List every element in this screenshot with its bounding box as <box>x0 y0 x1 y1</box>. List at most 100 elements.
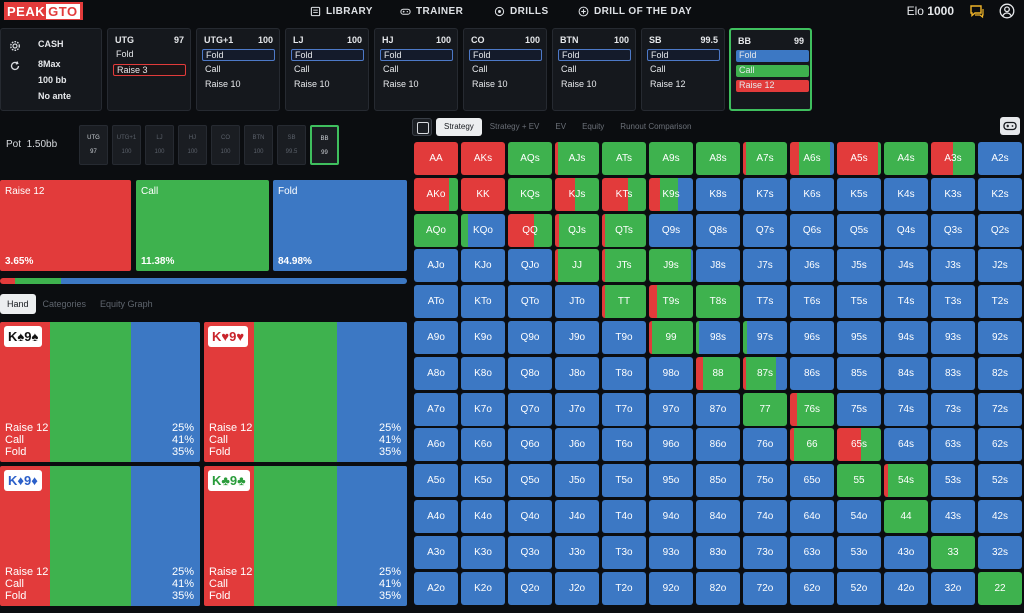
hand-cell[interactable]: 76s <box>790 392 834 426</box>
hand-cell[interactable]: A6s <box>790 142 834 175</box>
hand-cell[interactable]: T6s <box>790 285 834 319</box>
hand-cell[interactable]: K2o <box>461 571 505 605</box>
tab-equity[interactable]: Equity <box>574 118 612 136</box>
hand-cell[interactable]: K4s <box>884 177 928 211</box>
seat-action-option[interactable]: Fold <box>558 49 631 61</box>
hand-cell[interactable]: J7s <box>743 249 787 283</box>
hand-cell[interactable]: Q6s <box>790 213 834 247</box>
hand-cell[interactable]: 85o <box>696 464 740 498</box>
hand-combo-card[interactable]: K♠9♠ Raise 12 25% Call 41% Fold 35% <box>0 322 200 462</box>
seat-utg[interactable]: UTG 97 Fold Raise 3 <box>107 28 191 111</box>
logo[interactable]: PEAK GTO <box>4 2 83 20</box>
hand-cell[interactable]: J9o <box>555 321 599 354</box>
hand-cell[interactable]: 75o <box>743 464 787 498</box>
hand-cell[interactable]: A6o <box>414 428 458 462</box>
hand-cell[interactable]: T9o <box>602 321 646 354</box>
hand-cell[interactable]: AA <box>414 142 458 175</box>
hand-cell[interactable]: 42o <box>884 571 928 605</box>
hand-cell[interactable]: KQo <box>461 213 505 247</box>
seat-action-option[interactable]: Raise 3 <box>113 64 186 76</box>
hand-cell[interactable]: 84o <box>696 500 740 533</box>
hand-cell[interactable]: T7s <box>743 285 787 319</box>
hand-cell[interactable]: KJo <box>461 249 505 283</box>
hand-cell[interactable]: Q6o <box>508 428 552 462</box>
refresh-icon[interactable] <box>9 60 21 72</box>
seat-action-option[interactable]: Fold <box>202 49 275 61</box>
hand-cell[interactable]: 94s <box>884 321 928 354</box>
hand-cell[interactable]: Q8o <box>508 356 552 390</box>
seat-action-option[interactable]: Call <box>736 65 809 77</box>
hand-cell[interactable]: 33 <box>931 535 975 569</box>
history-step[interactable]: HJ 100 <box>178 125 207 165</box>
hand-cell[interactable]: K5s <box>837 177 881 211</box>
hand-cell[interactable]: 85s <box>837 356 881 390</box>
hand-cell[interactable]: 65s <box>837 428 881 462</box>
hand-cell[interactable]: 54s <box>884 464 928 498</box>
hand-cell[interactable]: 32s <box>978 535 1022 569</box>
hand-cell[interactable]: 84s <box>884 356 928 390</box>
hand-combo-card[interactable]: K♦9♦ Raise 12 25% Call 41% Fold 35% <box>0 466 200 606</box>
hand-cell[interactable]: K9o <box>461 321 505 354</box>
hand-cell[interactable]: Q5o <box>508 464 552 498</box>
hand-cell[interactable]: T6o <box>602 428 646 462</box>
action-block-fold[interactable]: Fold 84.98% <box>273 180 407 271</box>
hand-cell[interactable]: A3s <box>931 142 975 175</box>
hand-cell[interactable]: 66 <box>790 428 834 462</box>
hand-cell[interactable]: 96o <box>649 428 693 462</box>
hand-cell[interactable]: 74o <box>743 500 787 533</box>
hand-cell[interactable]: 43s <box>931 500 975 533</box>
hand-cell[interactable]: AKs <box>461 142 505 175</box>
hand-cell[interactable]: 62s <box>978 428 1022 462</box>
hand-cell[interactable]: K9s <box>649 177 693 211</box>
hand-cell[interactable]: T7o <box>602 392 646 426</box>
hand-cell[interactable]: Q3o <box>508 535 552 569</box>
hand-cell[interactable]: 42s <box>978 500 1022 533</box>
hand-cell[interactable]: Q8s <box>696 213 740 247</box>
seat-action-option[interactable]: Raise 12 <box>647 79 720 91</box>
hand-cell[interactable]: 43o <box>884 535 928 569</box>
hand-cell[interactable]: K3o <box>461 535 505 569</box>
history-step[interactable]: UTG+1 100 <box>112 125 141 165</box>
hand-cell[interactable]: 53o <box>837 535 881 569</box>
seat-action-option[interactable]: Raise 10 <box>291 79 364 91</box>
hand-cell[interactable]: QTo <box>508 285 552 319</box>
hand-cell[interactable]: QJs <box>555 213 599 247</box>
hand-cell[interactable]: AQo <box>414 213 458 247</box>
hand-cell[interactable]: T2s <box>978 285 1022 319</box>
hand-cell[interactable]: K8o <box>461 356 505 390</box>
hand-cell[interactable]: J3o <box>555 535 599 569</box>
seat-action-option[interactable]: Raise 10 <box>469 79 542 91</box>
hand-cell[interactable]: 52s <box>978 464 1022 498</box>
hand-cell[interactable]: Q7o <box>508 392 552 426</box>
seat-action-option[interactable]: Fold <box>113 49 186 61</box>
hand-cell[interactable]: QJo <box>508 249 552 283</box>
hand-cell[interactable]: T4o <box>602 500 646 533</box>
hand-cell[interactable]: T9s <box>649 285 693 319</box>
action-block-raise[interactable]: Raise 12 3.65% <box>0 180 131 271</box>
hand-cell[interactable]: KQs <box>508 177 552 211</box>
history-step[interactable]: SB 99.5 <box>277 125 306 165</box>
seat-hj[interactable]: HJ 100 Fold Call Raise 10 <box>374 28 458 111</box>
trainer-shortcut-button[interactable] <box>1000 117 1020 135</box>
hand-cell[interactable]: 63o <box>790 535 834 569</box>
hand-cell[interactable]: 93s <box>931 321 975 354</box>
hand-cell[interactable]: ATs <box>602 142 646 175</box>
hand-cell[interactable]: A4o <box>414 500 458 533</box>
seat-action-option[interactable]: Call <box>202 64 275 76</box>
hand-cell[interactable]: 86o <box>696 428 740 462</box>
seat-action-option[interactable]: Raise 10 <box>558 79 631 91</box>
hand-cell[interactable]: T5s <box>837 285 881 319</box>
seat-action-option[interactable]: Call <box>469 64 542 76</box>
seat-sb[interactable]: SB 99.5 Fold Call Raise 12 <box>641 28 725 111</box>
hand-cell[interactable]: 92o <box>649 571 693 605</box>
hand-cell[interactable]: A9o <box>414 321 458 354</box>
seat-action-option[interactable]: Fold <box>291 49 364 61</box>
hand-cell[interactable]: JTo <box>555 285 599 319</box>
seat-lj[interactable]: LJ 100 Fold Call Raise 10 <box>285 28 369 111</box>
hand-cell[interactable]: 22 <box>978 571 1022 605</box>
hand-cell[interactable]: T3s <box>931 285 975 319</box>
hand-cell[interactable]: K4o <box>461 500 505 533</box>
hand-cell[interactable]: J9s <box>649 249 693 283</box>
seat-action-option[interactable]: Fold <box>469 49 542 61</box>
hand-cell[interactable]: 83o <box>696 535 740 569</box>
